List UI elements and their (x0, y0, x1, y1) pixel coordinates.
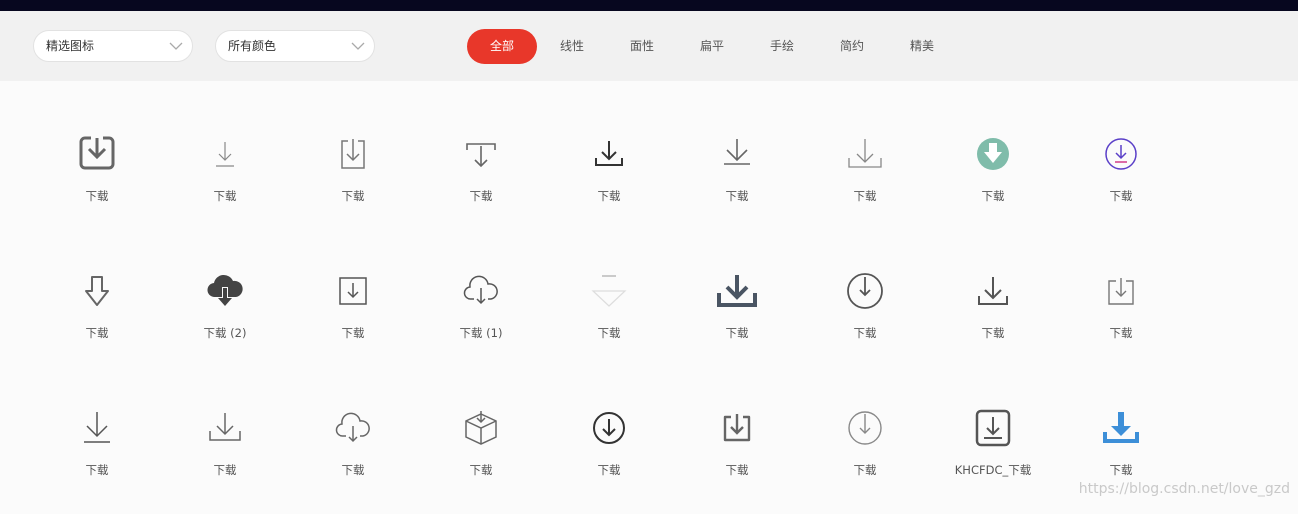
icon-label: 下载 (853, 463, 877, 477)
filled-cloud-download-icon (207, 274, 243, 306)
purple-circle-download-icon (1105, 138, 1137, 170)
outlined-arrow-down-icon (85, 276, 109, 306)
icon-label: 下载 (85, 326, 109, 340)
icon-label: 下载 (597, 326, 621, 340)
icon-set-select[interactable]: 精选图标 (33, 30, 193, 62)
icon-card[interactable]: 下载 (929, 120, 1057, 240)
faint-triangle-download-icon (591, 275, 627, 307)
icon-card[interactable]: 下载 (673, 394, 801, 514)
icon-card[interactable]: 下载 (1057, 120, 1185, 240)
icon-label: 下载 (1109, 189, 1133, 203)
icon-card[interactable]: 下载 (289, 257, 417, 377)
top-bar (0, 0, 1298, 11)
icon-label: 下载 (725, 189, 749, 203)
tab-flat[interactable]: 扁平 (695, 29, 729, 64)
tray-download-bold-icon (79, 136, 115, 170)
tab-handdrawn[interactable]: 手绘 (765, 29, 799, 64)
icon-label: 下载 (597, 189, 621, 203)
thin-download-arrow-icon (216, 142, 234, 167)
box-arrow-in-icon (1108, 278, 1134, 305)
icon-label: 下载 (2) (203, 326, 247, 340)
chevron-down-icon (351, 42, 365, 50)
circle-download-light-icon (848, 411, 882, 445)
icon-label: 下载 (981, 326, 1005, 340)
icon-label: 下载 (597, 463, 621, 477)
icon-card[interactable]: 下载 (545, 257, 673, 377)
icon-label: 下载 (341, 326, 365, 340)
icon-label: 下载 (341, 189, 365, 203)
tray-download-icon (978, 277, 1008, 305)
icon-label: 下载 (1109, 326, 1133, 340)
icon-label: 下载 (725, 326, 749, 340)
circle-download-icon (847, 273, 883, 309)
icon-label: 下载 (85, 463, 109, 477)
icon-card[interactable]: 下载 (161, 394, 289, 514)
teal-circle-download-icon (977, 138, 1009, 170)
color-select-value: 所有颜色 (228, 39, 277, 53)
icon-label: 下载 (725, 463, 749, 477)
icon-card[interactable]: 下载 (417, 120, 545, 240)
icon-card[interactable]: 下载 (673, 257, 801, 377)
icon-card[interactable]: 下载 (33, 120, 161, 240)
icon-card[interactable]: 下载 (33, 257, 161, 377)
icon-card[interactable]: 下载 (161, 120, 289, 240)
icon-card[interactable]: KHCFDC_下载 (929, 394, 1057, 514)
icon-card[interactable]: 下载 (545, 394, 673, 514)
icon-label: 下载 (469, 189, 493, 203)
tab-exquisite[interactable]: 精美 (905, 29, 939, 64)
icon-label: 下载 (853, 326, 877, 340)
icon-label: 下载 (1109, 463, 1133, 477)
tab-filled[interactable]: 面性 (625, 29, 659, 64)
package-download-icon (465, 411, 497, 445)
icon-label: 下载 (85, 189, 109, 203)
icon-card[interactable]: 下载 (33, 394, 161, 514)
icon-card[interactable]: 下载 (2) (161, 257, 289, 377)
bold-tray-download-icon (717, 275, 757, 307)
icon-card[interactable]: 下载 (545, 120, 673, 240)
icon-card[interactable]: 下载 (289, 394, 417, 514)
icon-card[interactable]: 下载 (1057, 257, 1185, 377)
rounded-box-download-icon (723, 414, 751, 442)
tab-all[interactable]: 全部 (467, 29, 537, 64)
icon-label: 下载 (469, 463, 493, 477)
icon-card[interactable]: 下载 (801, 394, 929, 514)
square-download-icon (339, 277, 367, 305)
rounded-square-download-icon (975, 409, 1011, 447)
icon-label: 下载 (213, 189, 237, 203)
color-select[interactable]: 所有颜色 (215, 30, 375, 62)
icon-label: 下载 (981, 189, 1005, 203)
circle-download-bold-icon (593, 412, 625, 444)
icon-card[interactable]: 下载 (1) (417, 257, 545, 377)
download-from-bar-icon (466, 143, 496, 168)
icon-card[interactable]: 下载 (289, 120, 417, 240)
icon-label: 下载 (213, 463, 237, 477)
filter-bar: 精选图标 所有颜色 全部 线性 面性 扁平 手绘 简约 精美 (0, 11, 1298, 81)
download-to-line-icon (84, 412, 110, 443)
watermark: https://blog.csdn.net/love_gzd (1078, 481, 1290, 497)
icon-set-select-value: 精选图标 (46, 39, 95, 53)
tab-simple[interactable]: 简约 (835, 29, 869, 64)
tray-download-icon (595, 141, 623, 166)
box-download-icon (341, 139, 365, 169)
icon-label: 下载 (853, 189, 877, 203)
icon-label: 下载 (341, 463, 365, 477)
tray-download-light-icon (848, 139, 882, 168)
icon-card[interactable]: 下载 (929, 257, 1057, 377)
chevron-down-icon (169, 42, 183, 50)
icon-label: 下载 (1) (459, 326, 503, 340)
download-to-line-icon (724, 139, 750, 165)
icon-card[interactable]: 下载 (673, 120, 801, 240)
icon-card[interactable]: 下载 (801, 257, 929, 377)
cloud-download-icon (463, 275, 498, 305)
cloud-download-icon (335, 412, 370, 443)
tray-download-light-icon (209, 413, 241, 441)
icon-card[interactable]: 下载 (801, 120, 929, 240)
tab-linear[interactable]: 线性 (555, 29, 589, 64)
icon-label: KHCFDC_下载 (954, 463, 1032, 477)
blue-tray-download-icon (1103, 412, 1139, 443)
icon-card[interactable]: 下载 (417, 394, 545, 514)
